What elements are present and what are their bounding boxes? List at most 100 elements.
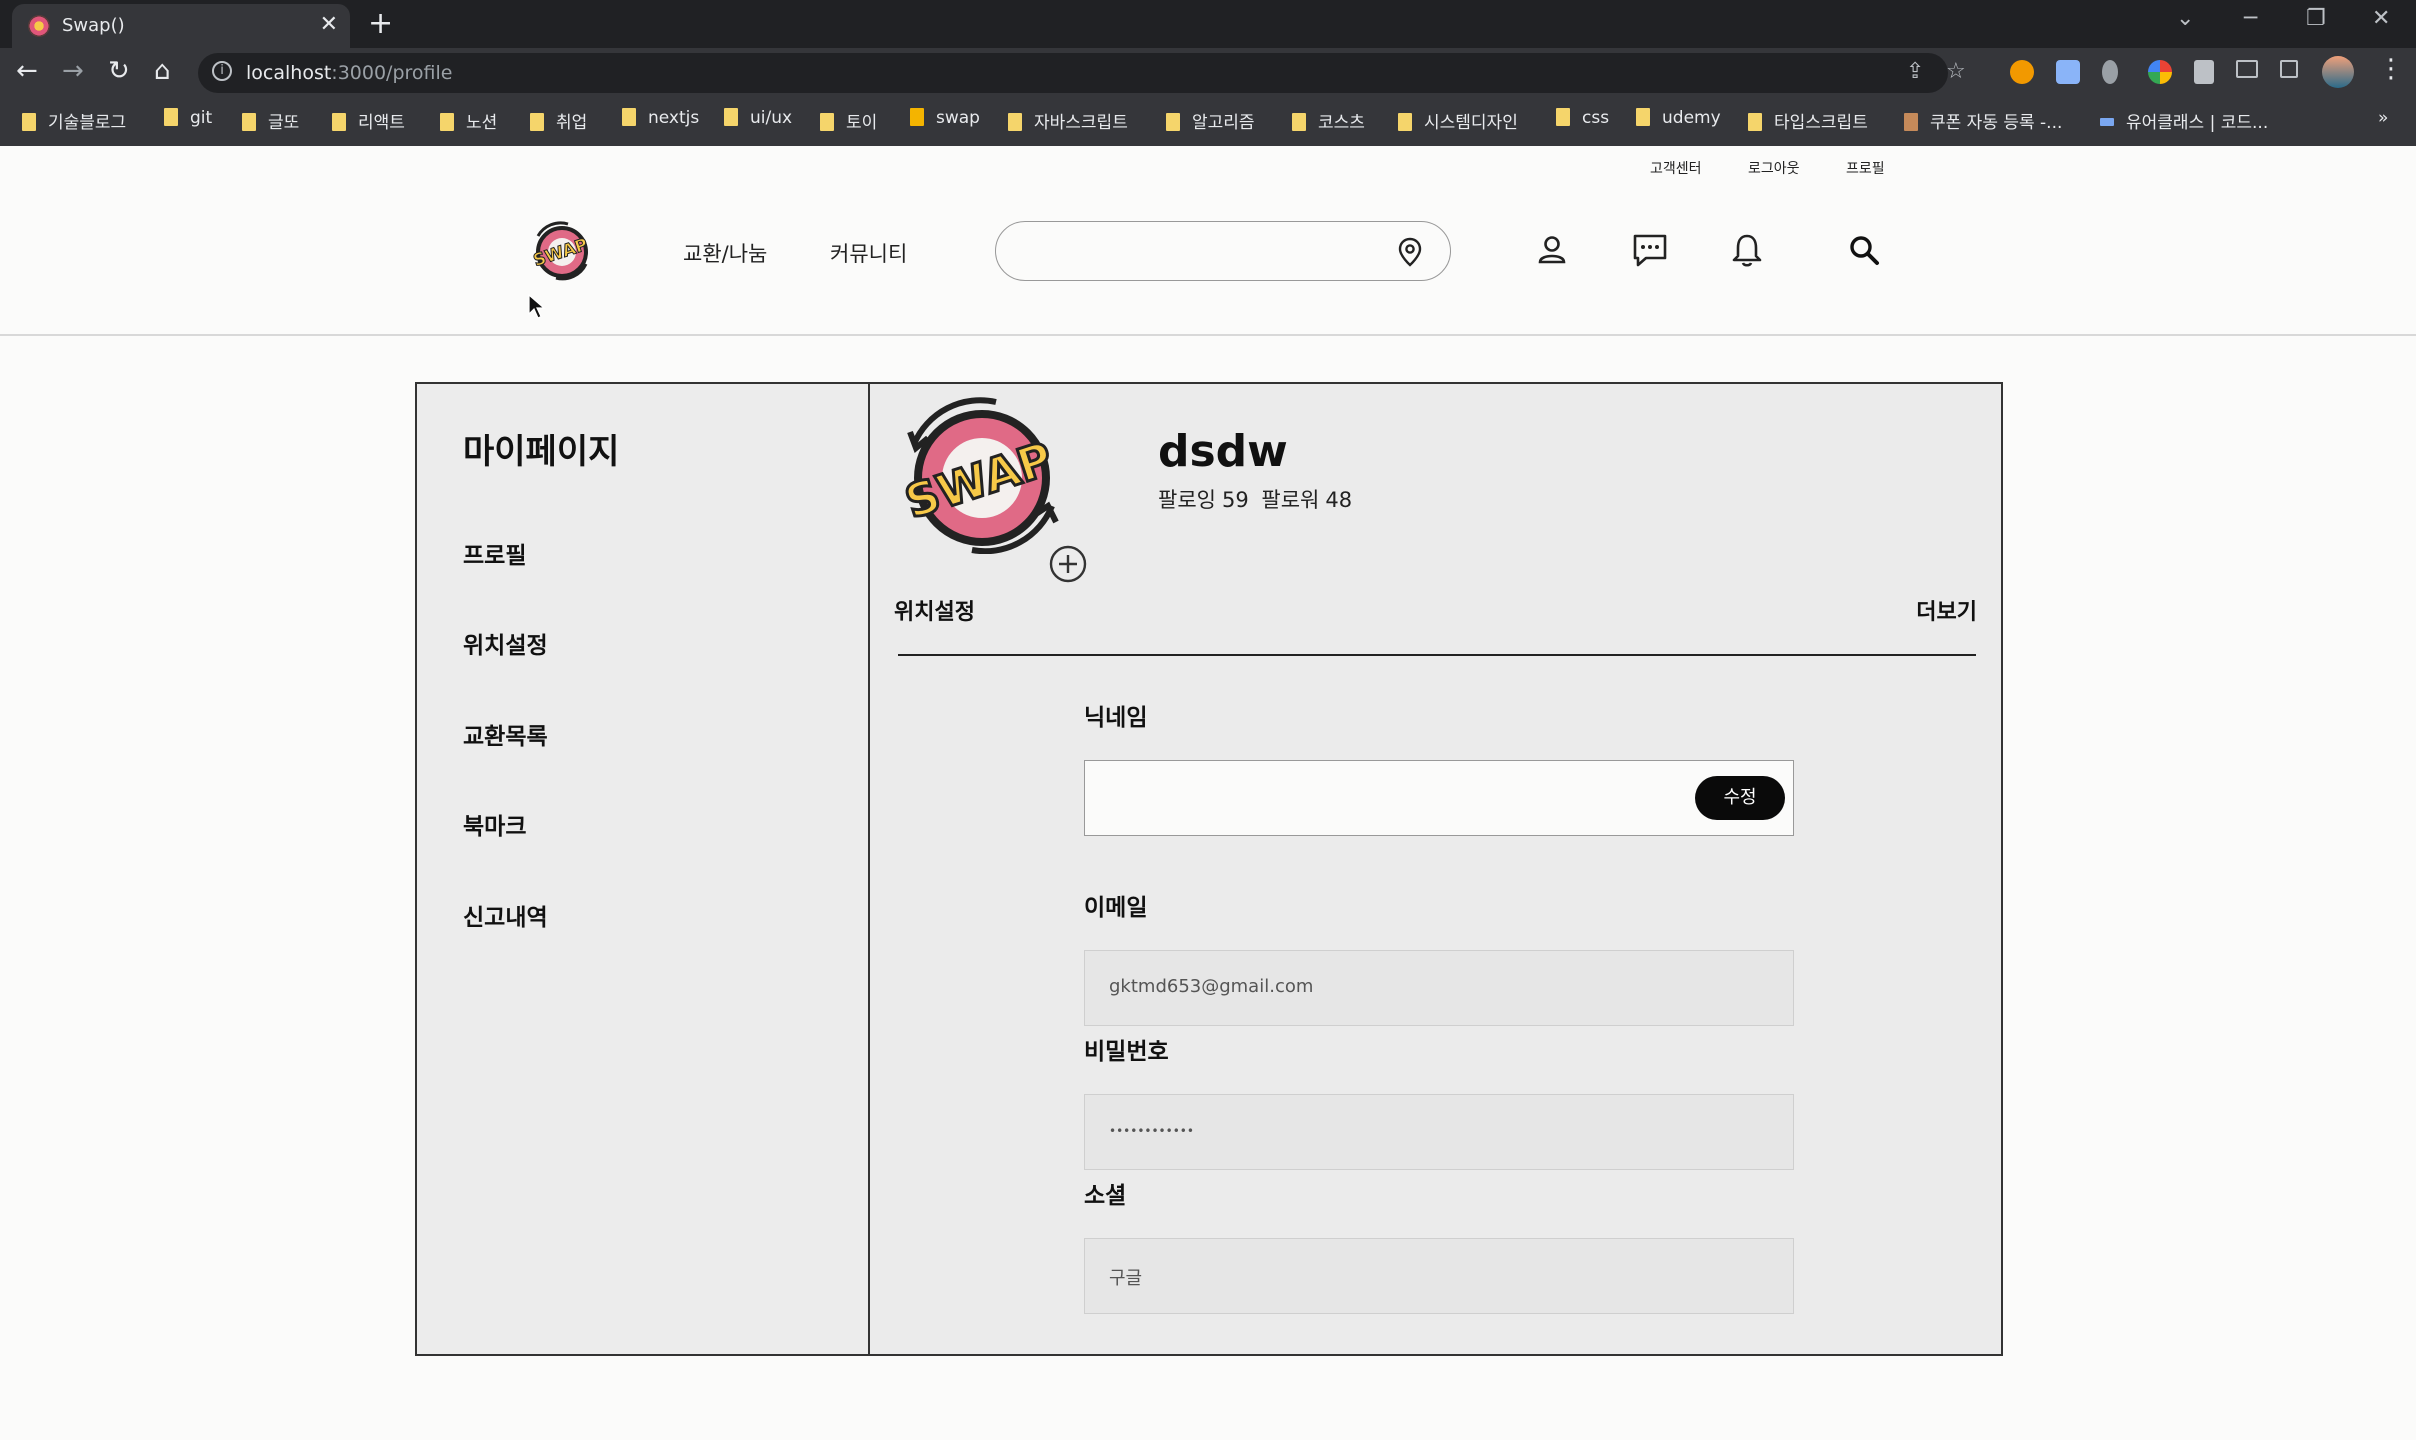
tab-search-icon[interactable]: ⌄ xyxy=(2176,6,2194,31)
extension-color-icon[interactable] xyxy=(2148,60,2172,84)
extension-pen-icon[interactable] xyxy=(2102,60,2118,84)
folder-icon xyxy=(1166,113,1180,131)
bookmark-item[interactable]: 글또 xyxy=(242,108,299,133)
bell-icon[interactable] xyxy=(1727,230,1767,270)
search-icon[interactable] xyxy=(1844,230,1884,270)
new-tab-icon[interactable]: + xyxy=(368,6,393,41)
browser-chrome: Swap() ✕ + ⌄ ─ ❐ ✕ ← → ↻ ⌂ i localhost:3… xyxy=(0,0,2416,146)
sidebar-item-location[interactable]: 위치설정 xyxy=(463,626,548,660)
chat-icon[interactable] xyxy=(1630,230,1670,270)
bookmark-item[interactable]: 취업 xyxy=(530,108,587,133)
mypage-sidebar: 마이페이지 프로필 위치설정 교환목록 북마크 신고내역 xyxy=(417,384,870,1354)
bookmark-item[interactable]: 리액트 xyxy=(332,108,405,133)
header-divider xyxy=(0,334,2416,336)
folder-icon xyxy=(724,108,738,126)
bookmark-item[interactable]: css xyxy=(1556,108,1609,128)
bookmark-item[interactable]: 쿠폰 자동 등록 -... xyxy=(1904,108,2062,133)
folder-icon xyxy=(1398,113,1412,131)
extension-clock-icon[interactable] xyxy=(2010,60,2034,84)
bookmarks-more[interactable]: » xyxy=(2378,108,2388,128)
nav-exchange[interactable]: 교환/나눔 xyxy=(683,238,767,268)
share-icon[interactable]: ⇪ xyxy=(1906,59,1924,84)
bookmark-item[interactable]: nextjs xyxy=(622,108,699,128)
folder-icon xyxy=(820,113,834,131)
bookmark-item[interactable]: 타입스크립트 xyxy=(1748,108,1868,133)
nickname-input[interactable]: 수정 xyxy=(1084,760,1794,836)
tab-location-settings[interactable]: 위치설정 xyxy=(894,594,975,626)
sidebar-item-bookmark[interactable]: 북마크 xyxy=(463,807,526,841)
tab-strip: Swap() ✕ + ⌄ ─ ❐ ✕ xyxy=(0,0,2416,48)
bookmark-item[interactable]: 알고리즘 xyxy=(1166,108,1255,133)
bookmark-star-icon[interactable]: ☆ xyxy=(1946,59,1966,84)
restore-icon[interactable]: ❐ xyxy=(2306,6,2326,31)
window-close-icon[interactable]: ✕ xyxy=(2372,6,2390,31)
folder-icon xyxy=(440,113,454,131)
user-icon[interactable] xyxy=(1532,230,1572,270)
bookmark-item[interactable]: 유어클래스 | 코드... xyxy=(2100,108,2268,133)
search-input[interactable] xyxy=(995,221,1451,281)
back-icon[interactable]: ← xyxy=(16,56,38,86)
customer-center-link[interactable]: 고객센터 xyxy=(1650,158,1702,178)
minimize-icon[interactable]: ─ xyxy=(2244,6,2257,31)
reload-icon[interactable]: ↻ xyxy=(108,56,130,86)
email-label: 이메일 xyxy=(1084,895,1148,921)
bookmark-item[interactable]: udemy xyxy=(1636,108,1721,128)
home-icon[interactable]: ⌂ xyxy=(154,56,171,86)
folder-icon xyxy=(242,113,256,131)
followers-label[interactable]: 팔로워 xyxy=(1261,488,1319,512)
site-info-icon[interactable]: i xyxy=(212,61,232,81)
bookmark-item[interactable]: 노션 xyxy=(440,108,497,133)
side-panel-icon[interactable] xyxy=(2280,60,2298,78)
swap-logo[interactable]: SWAP xyxy=(528,218,594,282)
location-pin-icon[interactable] xyxy=(1396,236,1424,268)
folder-icon xyxy=(1008,113,1022,131)
bookmark-item[interactable]: git xyxy=(164,108,212,128)
edit-nickname-button[interactable]: 수정 xyxy=(1695,776,1785,820)
forward-icon[interactable]: → xyxy=(62,56,84,86)
sidebar-item-profile[interactable]: 프로필 xyxy=(463,536,526,570)
profile-avatar-image[interactable]: SWAP xyxy=(896,394,1066,554)
following-label[interactable]: 팔로잉 xyxy=(1158,488,1216,512)
extensions-puzzle-icon[interactable] xyxy=(2194,60,2214,84)
bookmark-item[interactable]: 자바스크립트 xyxy=(1008,108,1128,133)
profile-link[interactable]: 프로필 xyxy=(1846,158,1885,178)
password-label: 비밀번호 xyxy=(1084,1039,1169,1065)
social-label: 소셜 xyxy=(1084,1183,1127,1209)
tab-divider xyxy=(898,654,1976,656)
logout-link[interactable]: 로그아웃 xyxy=(1748,158,1800,178)
following-count[interactable]: 59 xyxy=(1222,488,1249,512)
followers-count[interactable]: 48 xyxy=(1325,488,1352,512)
fire-icon xyxy=(910,108,924,126)
browser-tab[interactable]: Swap() ✕ xyxy=(12,4,350,48)
add-photo-icon[interactable] xyxy=(1048,544,1088,584)
password-value: •••••••••••• xyxy=(1109,1124,1194,1138)
coupon-icon xyxy=(1904,113,1918,131)
extension-translate-icon[interactable] xyxy=(2056,60,2080,84)
tab-title: Swap() xyxy=(62,15,125,36)
nav-community[interactable]: 커뮤니티 xyxy=(830,238,907,268)
folder-icon xyxy=(164,108,178,126)
profile-username: dsdw xyxy=(1158,426,1288,477)
url-path: :3000/profile xyxy=(331,62,453,84)
bookmark-item[interactable]: ui/ux xyxy=(724,108,792,128)
bookmark-item[interactable]: 기술블로그 xyxy=(22,108,126,133)
folder-icon xyxy=(622,108,636,126)
folder-icon xyxy=(1748,113,1762,131)
tab-more[interactable]: 더보기 xyxy=(1916,594,1977,626)
address-bar[interactable]: i localhost:3000/profile ⇪ ☆ xyxy=(198,53,1966,93)
media-icon[interactable] xyxy=(2236,60,2258,78)
bookmark-item[interactable]: 시스템디자인 xyxy=(1398,108,1518,133)
email-value: gktmd653@gmail.com xyxy=(1109,976,1314,997)
menu-icon[interactable]: ⋮ xyxy=(2378,54,2404,84)
social-value: 구글 xyxy=(1109,1268,1143,1289)
sidebar-item-reports[interactable]: 신고내역 xyxy=(463,898,548,932)
folder-icon xyxy=(332,113,346,131)
folder-icon xyxy=(1636,108,1650,126)
close-tab-icon[interactable]: ✕ xyxy=(320,12,338,37)
sidebar-item-exchange-list[interactable]: 교환목록 xyxy=(463,717,548,751)
email-field: gktmd653@gmail.com xyxy=(1084,950,1794,1026)
profile-avatar[interactable] xyxy=(2322,56,2354,88)
bookmark-item[interactable]: 토이 xyxy=(820,108,877,133)
bookmark-item[interactable]: swap xyxy=(910,108,980,128)
bookmark-item[interactable]: 코스츠 xyxy=(1292,108,1365,133)
